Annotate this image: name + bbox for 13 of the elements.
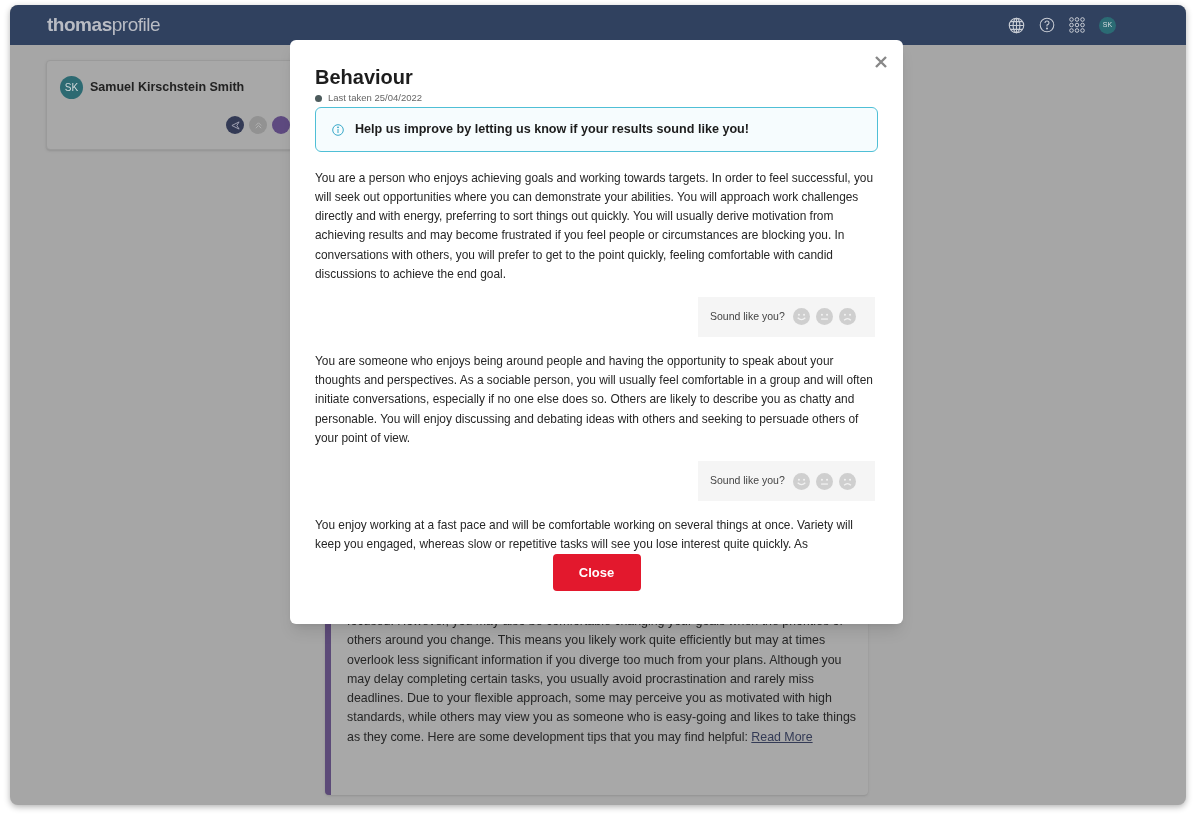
- result-paragraph: You are a person who enjoys achieving goals and working towards targets. In order to feel successful, you will seek out opportunities where you can demonstrate your abilities. You will approach work challenges directly and with energy, preferring to sort things out quickly. You will usually derive motivation from achieving results and may become frustrated if you feel people or circumstances are blocking you. In conversations with others, you will prefer to get to the point quickly, feeling comfortable with candid discussions to achieve the end goal.: [315, 169, 875, 283]
- result-paragraph: You enjoy working at a fast pace and will be comfortable working on several things at once. Variety will keep you engaged, whereas slow or repetitive tasks will see you lose interest quite quickly. As: [315, 517, 854, 554]
- last-taken-date: Last taken 25/04/2022: [328, 91, 423, 105]
- result-paragraph: You are someone who enjoys being around people and having the opportunity to speak about your thoughts and perspectives. As a sociable person, you will usually feel comfortable in a group and will often initiate conversations, especially if no one else does so. Others are likely to describe you as chatty and personable. You will enjoy discussing and debating ideas with others and seeking to persuade others of your point of view.: [315, 353, 874, 447]
- profile-name: Samuel Kirschstein Smith: [90, 79, 245, 97]
- logo[interactable]: thomasprofile: [47, 10, 161, 40]
- profile-avatar: SK: [60, 76, 83, 99]
- info-message: Help us improve by letting us know if your results sound like you!: [355, 121, 749, 139]
- feedback-question: Sound like you?: [710, 309, 785, 325]
- close-button[interactable]: Close: [552, 554, 641, 591]
- modal-title: Behaviour: [315, 65, 414, 89]
- read-more-link[interactable]: Read More: [751, 729, 813, 744]
- feedback-question: Sound like you?: [710, 473, 785, 489]
